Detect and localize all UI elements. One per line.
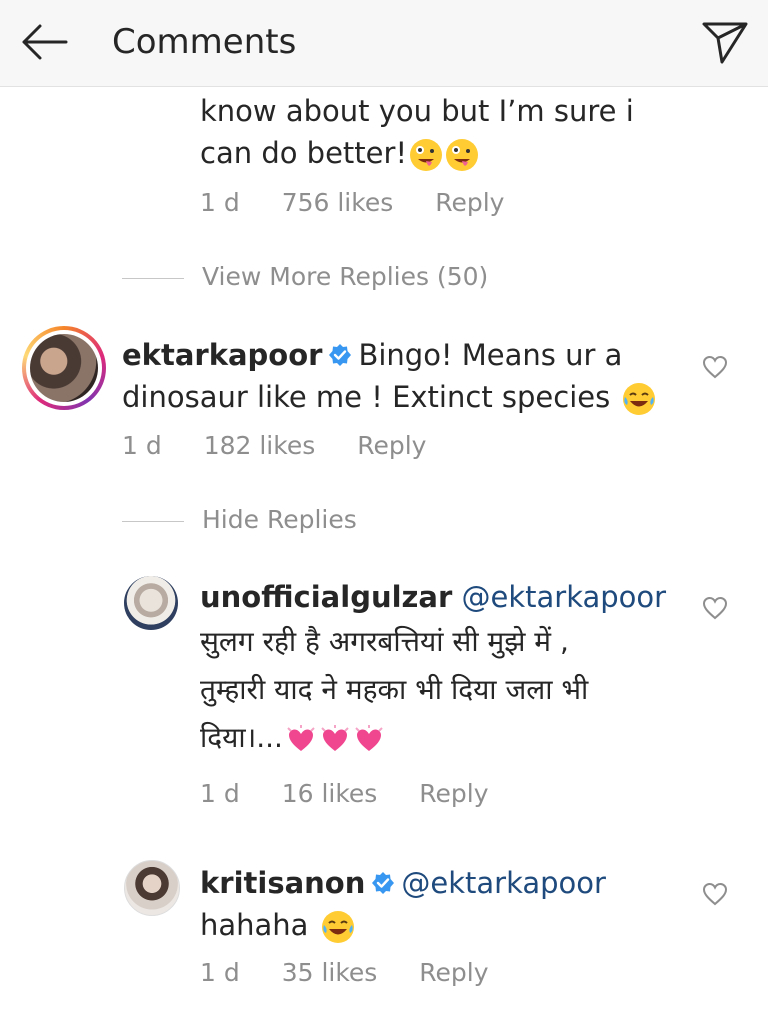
back-arrow-icon bbox=[22, 24, 68, 60]
avatar[interactable] bbox=[124, 576, 178, 630]
sparkling-heart-emoji bbox=[355, 725, 383, 751]
username[interactable]: kritisanon bbox=[200, 866, 365, 900]
comment-text: know about you but I’m sure i can do bet… bbox=[200, 94, 634, 171]
comment-meta: 1 d 756 likes Reply bbox=[200, 187, 538, 219]
hide-replies-button[interactable]: Hide Replies bbox=[122, 504, 357, 536]
comment-text: ektarkapoor Bingo! Means ur a dinosaur li… bbox=[122, 334, 682, 418]
likes-count[interactable]: 35 likes bbox=[282, 957, 378, 989]
username[interactable]: ektarkapoor bbox=[122, 338, 322, 372]
zany-face-emoji bbox=[410, 139, 443, 171]
share-button[interactable] bbox=[700, 18, 750, 66]
reply-button[interactable]: Reply bbox=[419, 957, 488, 989]
likes-count[interactable]: 756 likes bbox=[282, 187, 394, 219]
heart-icon[interactable] bbox=[702, 882, 728, 906]
divider-line bbox=[122, 277, 184, 279]
verified-icon bbox=[372, 872, 395, 894]
comment-text: unofficialgulzar @ektarkapoor सुलग रही ह… bbox=[200, 580, 667, 754]
tears-of-joy-emoji bbox=[321, 911, 354, 943]
avatar-story-ring[interactable] bbox=[22, 326, 106, 410]
reply-button[interactable]: Reply bbox=[357, 430, 426, 462]
likes-count[interactable]: 16 likes bbox=[282, 778, 378, 810]
timestamp: 1 d bbox=[200, 958, 240, 987]
comment-meta: 1 d 35 likes Reply bbox=[200, 957, 523, 989]
comment-meta: 1 d 182 likes Reply bbox=[122, 430, 460, 462]
view-more-replies-button[interactable]: View More Replies (50) bbox=[122, 261, 488, 293]
comment-text: kritisanon @ektarkapoor hahaha bbox=[200, 862, 680, 946]
timestamp: 1 d bbox=[200, 188, 240, 217]
avatar bbox=[30, 334, 98, 402]
page-title: Comments bbox=[112, 22, 297, 62]
mention-link[interactable]: @ektarkapoor bbox=[401, 866, 606, 900]
send-icon bbox=[702, 22, 748, 64]
heart-icon[interactable] bbox=[702, 596, 728, 620]
reply-button[interactable]: Reply bbox=[435, 187, 504, 219]
divider-line bbox=[122, 520, 184, 522]
heart-icon[interactable] bbox=[702, 355, 728, 379]
timestamp: 1 d bbox=[122, 431, 162, 460]
sparkling-heart-emoji bbox=[287, 725, 315, 751]
top-bar: Comments bbox=[0, 0, 768, 87]
tears-of-joy-emoji bbox=[623, 383, 656, 415]
timestamp: 1 d bbox=[200, 779, 240, 808]
avatar[interactable] bbox=[124, 860, 180, 916]
zany-face-emoji bbox=[446, 139, 479, 171]
sparkling-heart-emoji bbox=[321, 725, 349, 751]
back-button[interactable] bbox=[18, 20, 70, 64]
likes-count[interactable]: 182 likes bbox=[204, 430, 316, 462]
comment-meta: 1 d 16 likes Reply bbox=[200, 778, 523, 810]
reply-button[interactable]: Reply bbox=[419, 778, 488, 810]
verified-icon bbox=[329, 344, 352, 366]
username[interactable]: unofficialgulzar bbox=[200, 580, 452, 614]
mention-link[interactable]: @ektarkapoor bbox=[462, 580, 667, 614]
